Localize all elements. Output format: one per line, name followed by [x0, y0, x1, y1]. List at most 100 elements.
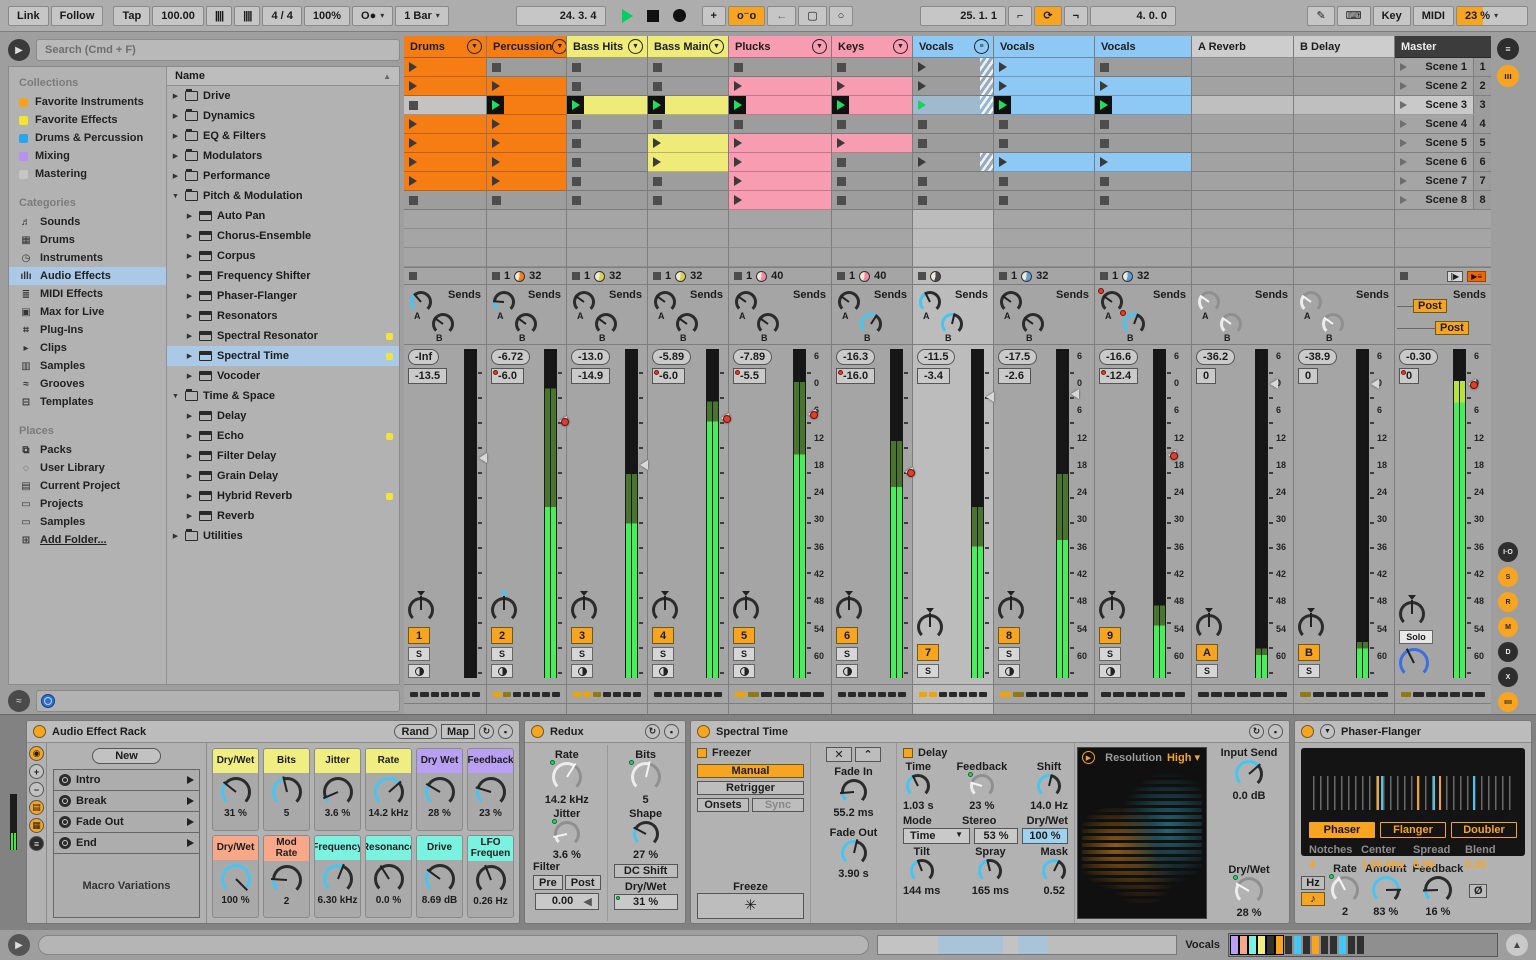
clip-stop-all-icon[interactable] — [1100, 272, 1108, 280]
volume-field[interactable]: -6.0 — [652, 368, 685, 384]
clip-slot[interactable] — [1192, 77, 1293, 96]
sidebar-item-user-library[interactable]: ◌ User Library — [9, 459, 166, 477]
clip-slot[interactable] — [913, 96, 993, 115]
clip-slot[interactable] — [994, 172, 1094, 191]
track-header[interactable]: Master — [1395, 36, 1491, 58]
clip-slot[interactable] — [994, 153, 1094, 172]
track-activator-button[interactable]: 4 — [652, 627, 674, 644]
track-header[interactable]: Vocals — [994, 36, 1094, 58]
track-dropdown-icon[interactable]: ▼ — [709, 39, 724, 54]
link-button[interactable]: Link — [8, 5, 49, 26]
track-activator-button[interactable]: A — [1196, 644, 1218, 661]
freezer-toggle[interactable] — [697, 748, 707, 758]
meter-peak-value[interactable]: -16.3 — [836, 349, 876, 365]
sidebar-item-samples[interactable]: ▭ Samples — [9, 513, 166, 531]
groove-pool-icon[interactable]: ≈ — [8, 690, 30, 712]
clip-slot[interactable] — [729, 58, 831, 77]
send-a-knob[interactable] — [735, 291, 757, 313]
macro-variation-row[interactable]: End — [53, 832, 200, 854]
io-toggle[interactable]: I·O — [1498, 542, 1518, 562]
clip-stop-all-icon[interactable] — [409, 272, 417, 280]
time-signature-field[interactable]: 4 / 4 — [262, 5, 302, 26]
tempo-field[interactable]: 100.00 — [152, 5, 204, 26]
back-to-arrangement-button[interactable]: |▶ — [1446, 270, 1464, 282]
crossfader-toggle[interactable]: X — [1498, 667, 1518, 687]
cue-volume-knob[interactable] — [1399, 648, 1429, 678]
clip-slot[interactable] — [567, 172, 647, 191]
sidebar-item-clips[interactable]: ▸ Clips — [9, 339, 166, 357]
send-b-knob[interactable] — [941, 312, 963, 335]
meter-peak-value[interactable]: -36.2 — [1196, 349, 1236, 365]
browser-item[interactable]: ▶ Spectral Resonator — [167, 326, 399, 346]
play-button[interactable] — [616, 8, 639, 23]
macro-knob[interactable] — [322, 864, 353, 894]
fade-in-knob[interactable] — [839, 779, 867, 805]
disclosure-triangle-icon[interactable]: ▶ — [171, 152, 180, 160]
send-a-knob[interactable] — [573, 291, 595, 313]
stop-all-clips-button[interactable]: ▶≡ — [1467, 270, 1486, 282]
clip-slot[interactable] — [1095, 58, 1191, 77]
sidebar-item-current-project[interactable]: ▤ Current Project — [9, 477, 166, 495]
draw-pencil-icon[interactable]: ✎ — [1307, 5, 1335, 26]
clip-slot[interactable] — [404, 191, 486, 210]
macro-variation-row[interactable]: Break — [53, 790, 200, 812]
clip-slot[interactable] — [832, 191, 912, 210]
delay-mask-knob[interactable] — [1042, 859, 1067, 883]
pan-knob[interactable] — [1298, 613, 1324, 640]
clip-slot[interactable] — [648, 115, 728, 134]
fader-handle[interactable] — [1071, 389, 1079, 400]
meter-peak-value[interactable]: -5.89 — [652, 349, 692, 365]
volume-field[interactable]: -5.5 — [733, 368, 766, 384]
clip-slot[interactable] — [487, 134, 566, 153]
delay-drywet-field[interactable]: 100 % — [1022, 828, 1068, 844]
clip-slot[interactable] — [567, 77, 647, 96]
clip-slot[interactable] — [994, 134, 1094, 153]
fader-handle[interactable] — [1371, 378, 1379, 389]
scene-launch-icon[interactable] — [1400, 82, 1407, 90]
sidebar-item-sounds[interactable]: ♬ Sounds — [9, 213, 166, 231]
phaser-feedback-knob[interactable] — [1423, 876, 1452, 904]
browser-list-header[interactable]: Name ▲ — [167, 67, 399, 86]
macro-control[interactable]: LFO Frequen 0.26 Hz — [467, 835, 514, 918]
key-map-button[interactable]: Key — [1372, 5, 1411, 26]
phaser-amount-knob[interactable] — [1371, 876, 1401, 904]
scene-row[interactable]: Scene 1 1 — [1395, 58, 1491, 77]
tap-tempo-button[interactable]: Tap — [113, 5, 151, 26]
clip-slot[interactable] — [729, 134, 831, 153]
disclosure-triangle-icon[interactable]: ▶ — [171, 132, 180, 140]
clip-slot[interactable] — [567, 115, 647, 134]
sidebar-item-midi-effects[interactable]: ≣ MIDI Effects — [9, 285, 166, 303]
fader-handle[interactable] — [986, 392, 994, 403]
send-b-knob[interactable] — [432, 313, 454, 335]
clip-slot[interactable] — [487, 191, 566, 210]
arm-button[interactable] — [491, 664, 513, 678]
meter-peak-value[interactable]: -0.30 — [1399, 349, 1439, 365]
macro-control[interactable]: Feedback 23 % — [467, 748, 514, 831]
clip-slot[interactable] — [567, 58, 647, 77]
clip-slot[interactable] — [487, 58, 566, 77]
volume-field[interactable]: 0 — [1196, 368, 1217, 384]
delay-tilt-knob[interactable] — [909, 859, 934, 883]
solo-button[interactable]: S — [917, 664, 939, 678]
browser-item[interactable]: ▶ Phaser-Flanger — [167, 286, 399, 306]
redux-jitter-knob[interactable] — [551, 819, 580, 847]
clip-slot[interactable] — [1192, 191, 1293, 210]
scene-row[interactable]: Scene 5 5 — [1395, 134, 1491, 153]
redux-filter-pre-button[interactable]: Pre — [533, 875, 563, 890]
disclosure-triangle-icon[interactable]: ▶ — [185, 412, 194, 420]
rate-sync-button[interactable]: ♪ — [1301, 891, 1325, 906]
browser-item[interactable]: ▶ Drive — [167, 86, 399, 106]
track-activator-button[interactable]: 2 — [491, 627, 513, 644]
meter-peak-value[interactable]: -13.0 — [571, 349, 611, 365]
device-on-toggle[interactable] — [1301, 725, 1314, 738]
follow-button[interactable]: Follow — [50, 5, 104, 26]
fader-handle[interactable] — [905, 467, 915, 478]
volume-field[interactable]: -6.0 — [491, 368, 524, 384]
clip-slot[interactable] — [648, 172, 728, 191]
send-b-knob[interactable] — [595, 313, 617, 335]
param-value[interactable]: 0.00 — [1465, 859, 1517, 871]
disclosure-triangle-icon[interactable]: ▶ — [185, 252, 194, 260]
clip-slot[interactable] — [729, 77, 831, 96]
clip-slot[interactable] — [913, 172, 993, 191]
clip-slot[interactable] — [832, 153, 912, 172]
